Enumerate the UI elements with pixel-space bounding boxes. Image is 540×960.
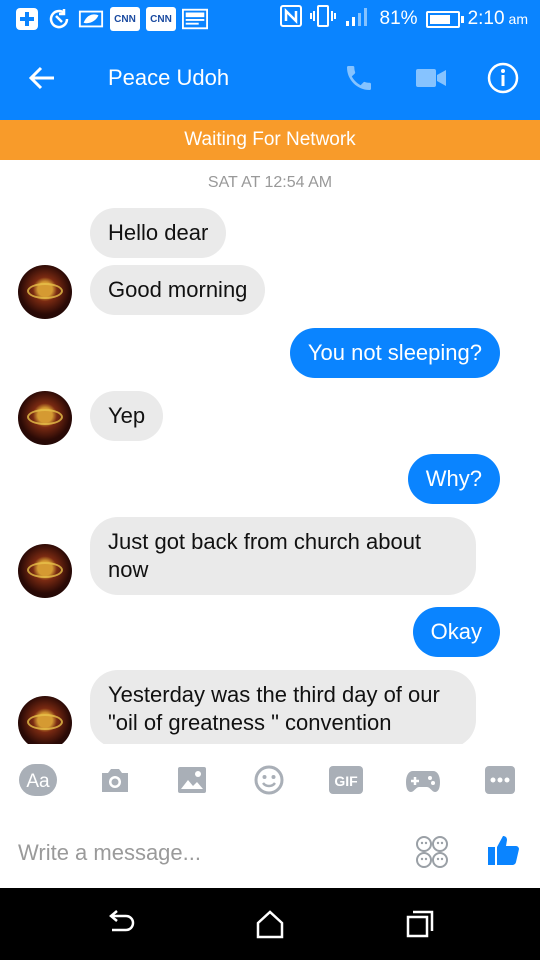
nav-home-icon[interactable] [254,908,286,940]
network-status-banner: Waiting For Network [0,120,540,160]
nfc-icon [279,5,302,33]
more-icon[interactable] [480,762,520,798]
message-bubble-sent[interactable]: Why? [407,454,500,504]
signal-icon [344,5,372,33]
battery-percent: 81% [379,8,418,29]
avatar[interactable] [18,265,72,319]
message-bubble-sent[interactable]: Okay [412,607,500,657]
image-icon [182,6,208,32]
video-camera-icon[interactable] [414,64,448,92]
conversation-header: Peace Udoh [0,38,540,120]
nav-recents-icon[interactable] [404,908,436,940]
message-timestamp: SAT AT 12:54 AM [207,174,333,191]
message-composer [0,816,540,888]
stickers-icon[interactable] [414,834,450,870]
gallery-icon[interactable] [172,762,212,798]
svg-text:GIF: GIF [334,773,358,789]
battery-icon [425,10,464,28]
avatar[interactable] [18,544,72,598]
gif-icon[interactable]: GIF [326,762,366,798]
sync-icon [46,6,72,32]
contact-name[interactable]: Peace Udoh [108,65,229,91]
smiley-icon[interactable] [249,762,289,798]
text-format-icon[interactable]: Aa [18,762,58,798]
avatar[interactable] [18,391,72,445]
message-bubble-received[interactable]: Yesterday was the third day of our "oil … [90,670,476,744]
message-list[interactable]: SAT AT 12:54 AM Hello dear Good morning … [0,160,540,744]
clock: 2:10 [467,8,505,29]
message-bubble-sent[interactable]: You not sleeping? [289,328,500,378]
system-nav-bar [0,888,540,960]
message-bubble-received[interactable]: Just got back from church about now [90,517,476,595]
back-arrow-icon[interactable] [26,62,58,94]
gamepad-icon[interactable] [403,762,443,798]
vibrate-icon [309,5,336,33]
thumbs-up-icon[interactable] [486,832,522,868]
avatar[interactable] [18,696,72,744]
phone-icon[interactable] [343,62,375,94]
leaf-mail-icon [78,6,104,32]
info-icon[interactable] [486,61,520,95]
svg-text:Aa: Aa [26,771,50,792]
message-input[interactable] [18,838,378,868]
status-bar: CNN CNN 81% 2:10 am [0,0,540,38]
cnn-icon: CNN [146,7,176,31]
message-bubble-received[interactable]: Yep [90,391,164,441]
plus-icon [14,6,40,32]
message-bubble-received[interactable]: Good morning [90,265,266,315]
camera-icon[interactable] [95,762,135,798]
cnn-icon: CNN [110,7,140,31]
nav-back-icon[interactable] [104,908,136,940]
clock-ampm: am [508,11,528,27]
composer-toolbar: Aa GIF [0,744,540,816]
message-bubble-received[interactable]: Hello dear [90,208,227,258]
